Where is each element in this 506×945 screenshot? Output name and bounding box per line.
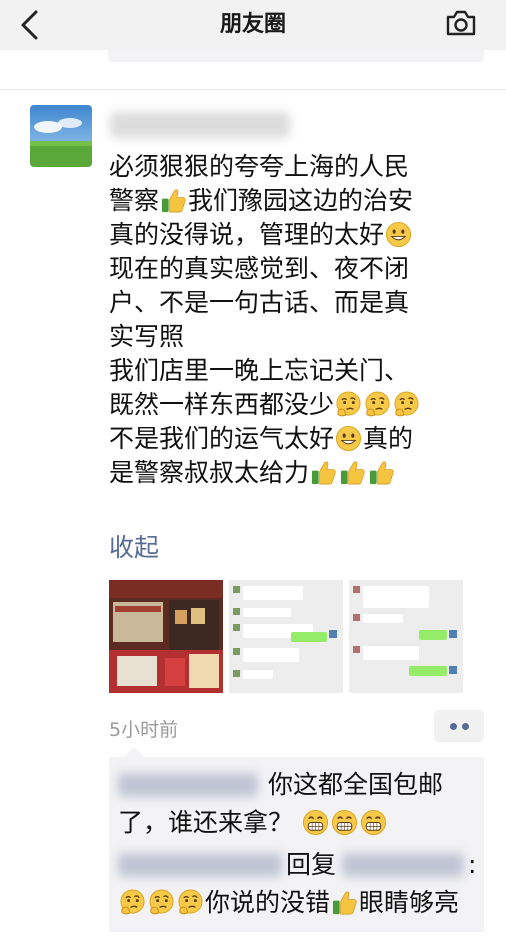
landscape-avatar-image xyxy=(30,105,92,167)
post-text-segment: 实写照 xyxy=(109,322,185,351)
thumbs-up-icon xyxy=(368,459,395,486)
avatar[interactable] xyxy=(30,105,92,167)
post-text-segment: 真的没得说，管理的太好 xyxy=(109,220,385,249)
thumbs-up-icon xyxy=(160,187,187,214)
reply-author-blurred[interactable] xyxy=(118,853,282,877)
comment-text-cont: 了，谁还来拿？ xyxy=(118,808,294,837)
post-text-line: 必须狠狠的夸夸上海的人民 xyxy=(109,150,484,184)
reply-text-line: 你说的没错 眼睛够亮 xyxy=(118,886,459,920)
post-text-segment: 既然一样东西都没少 xyxy=(109,390,335,419)
previous-post-edge xyxy=(0,50,506,90)
reply-colon: : xyxy=(468,850,477,879)
post-photo-chat-2[interactable] xyxy=(349,580,463,693)
thinking-face-icon xyxy=(335,391,362,418)
more-actions-button[interactable] xyxy=(434,710,484,742)
author-name-blurred[interactable] xyxy=(110,112,290,138)
thumbs-up-icon xyxy=(310,459,337,486)
thinking-face-icon xyxy=(177,889,204,916)
commenter-name-blurred[interactable] xyxy=(118,773,258,797)
page-title: 朋友圈 xyxy=(219,12,286,37)
grin-icon xyxy=(331,809,358,836)
thinking-face-icon xyxy=(364,391,391,418)
post-photo-chat-1[interactable] xyxy=(229,580,343,693)
thinking-face-icon xyxy=(119,889,146,916)
reply-text: 你说的没错 xyxy=(205,888,331,917)
grin-icon xyxy=(302,809,329,836)
think-emoji-group xyxy=(118,888,205,917)
thumbs-up-icon xyxy=(339,459,366,486)
post-text-line: 我们店里一晚上忘记关门、 xyxy=(109,354,484,388)
chat-screenshot-image xyxy=(349,580,463,693)
more-dots-icon xyxy=(450,723,457,730)
thinking-face-icon xyxy=(148,889,175,916)
post-text-line: 真的没得说，管理的太好 xyxy=(109,218,484,252)
post-text-segment: 我们豫园这边的治安 xyxy=(188,186,414,215)
thumbs-emoji-group xyxy=(330,888,359,917)
post-text-segment: 是警察叔叔太给力 xyxy=(109,458,310,487)
post-body: 必须狠狠的夸夸上海的人民 警察 我们豫园这边的治安 真的没得说，管理的太好 现在的真实感… xyxy=(109,150,484,490)
shop-photo-image xyxy=(109,580,223,693)
camera-button[interactable] xyxy=(444,6,478,40)
collapse-link[interactable]: 收起 xyxy=(109,528,159,564)
post-text-line: 实写照 xyxy=(109,320,484,354)
post-text-segment: 户、不是一句古话、而是真 xyxy=(109,288,410,317)
post-photo-shop[interactable] xyxy=(109,580,223,693)
thinking-face-icon xyxy=(393,391,420,418)
post-text-line: 既然一样东西都没少 xyxy=(109,388,484,422)
smile-icon xyxy=(335,425,362,452)
nav-bar: 朋友圈 xyxy=(0,0,506,50)
post-text-line: 警察 我们豫园这边的治安 xyxy=(109,184,484,218)
post-text-line: 是警察叔叔太给力 xyxy=(109,456,484,490)
reply-text-tail: 眼睛够亮 xyxy=(359,888,460,917)
reply-word: 回复 xyxy=(286,850,337,879)
camera-icon xyxy=(446,10,476,36)
post-text-segment: 警察 xyxy=(109,186,160,215)
reply-target-blurred[interactable] xyxy=(342,853,464,877)
post-text-segment: 我们店里一晚上忘记关门、 xyxy=(109,356,410,385)
post-text-line: 户、不是一句古话、而是真 xyxy=(109,286,484,320)
post-text-segment: 现在的真实感觉到、夜不闭 xyxy=(109,254,410,283)
comment-text: 你这都全国包邮 xyxy=(268,770,444,799)
post-text-segment: 真的 xyxy=(363,424,414,453)
post-timestamp: 5小时前 xyxy=(109,719,179,741)
post-text-line: 现在的真实感觉到、夜不闭 xyxy=(109,252,484,286)
comment-text-line-2: 了，谁还来拿？ xyxy=(118,806,388,840)
post-text-segment: 必须狠狠的夸夸上海的人民 xyxy=(109,152,410,181)
smile-icon xyxy=(385,221,412,248)
post-text-segment: 不是我们的运气太好 xyxy=(109,424,335,453)
chat-screenshot-image xyxy=(229,580,343,693)
grin-emoji-group xyxy=(301,808,388,837)
comment-arrow xyxy=(124,747,144,757)
grin-icon xyxy=(360,809,387,836)
thumbs-up-icon xyxy=(331,889,358,916)
post-text-line: 不是我们的运气太好 真的 xyxy=(109,422,484,456)
